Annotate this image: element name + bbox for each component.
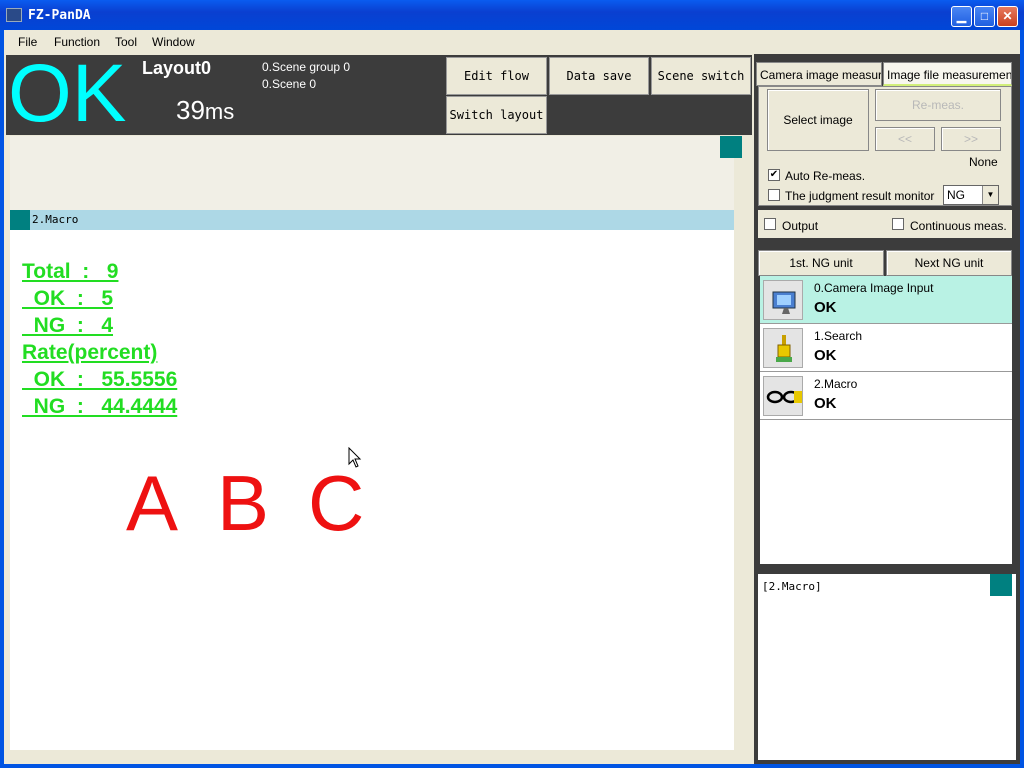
window-title: FZ-PanDA bbox=[28, 8, 91, 23]
unit-name: 1.Search bbox=[814, 329, 863, 343]
macro-window-label: 2.Macro bbox=[32, 213, 79, 226]
app-window: FZ-PanDA ▁ □ ✕ File Function Tool Window… bbox=[0, 0, 1024, 768]
macro-unit-icon bbox=[763, 376, 803, 416]
output-box: Output Continuous meas. bbox=[758, 210, 1012, 238]
scene-info: 0.Scene group 0 0.Scene 0 bbox=[262, 59, 350, 93]
layout-name: Layout0 bbox=[142, 58, 212, 78]
scene-switch-button[interactable]: Scene switch bbox=[651, 57, 751, 95]
menu-tool[interactable]: Tool bbox=[115, 35, 137, 49]
unit-status: OK bbox=[814, 347, 837, 364]
image-display-area[interactable]: 2.Macro Total : 9 OK : 5 NG : 4 Rate(per… bbox=[10, 136, 742, 750]
data-save-button[interactable]: Data save bbox=[549, 57, 649, 95]
auto-remeas-label: Auto Re-meas. bbox=[785, 169, 866, 183]
stat-ng-count: NG : 4 bbox=[22, 314, 114, 337]
image-top-strip bbox=[10, 136, 742, 210]
next-ng-unit-button[interactable]: Next NG unit bbox=[886, 250, 1012, 276]
select-image-button[interactable]: Select image bbox=[767, 89, 869, 151]
flow-unit-list: 0.Camera Image Input OK 1.Search OK 2.Ma… bbox=[760, 276, 1012, 564]
image-file-name: None bbox=[969, 155, 998, 169]
judgment-monitor-label: The judgment result monitor bbox=[785, 189, 935, 203]
stat-rate-heading: Rate(percent) bbox=[22, 341, 158, 364]
minimize-icon: ▁ bbox=[956, 9, 967, 23]
detail-window-label: [2.Macro] bbox=[762, 580, 822, 593]
measurement-box: Select image Re-meas. << >> None ✔ Auto … bbox=[758, 86, 1012, 206]
continuous-meas-checkbox[interactable] bbox=[892, 218, 904, 230]
macro-window-handle[interactable] bbox=[10, 210, 30, 230]
macro-window-header[interactable]: 2.Macro bbox=[10, 210, 734, 230]
letter-c: C bbox=[308, 459, 365, 547]
stat-ok-count: OK : 5 bbox=[22, 287, 114, 310]
search-unit-icon bbox=[763, 328, 803, 368]
letter-b: B bbox=[217, 459, 270, 547]
maximize-icon: □ bbox=[980, 9, 989, 23]
next-image-button[interactable]: >> bbox=[941, 127, 1001, 151]
status-panel: OK Layout0 39ms 0.Scene group 0 0.Scene … bbox=[6, 49, 752, 139]
unit-status: OK bbox=[814, 299, 837, 316]
close-icon: ✕ bbox=[1002, 9, 1013, 23]
tab-camera-image-measurement[interactable]: Camera image measurement bbox=[756, 62, 882, 86]
time-value: 39 bbox=[176, 95, 205, 125]
edit-flow-button[interactable]: Edit flow bbox=[446, 57, 547, 95]
unit-status: OK bbox=[814, 395, 837, 412]
judgment-monitor-select[interactable]: NG ▼ bbox=[943, 185, 999, 205]
remeas-button[interactable]: Re-meas. bbox=[875, 89, 1001, 121]
menu-file[interactable]: File bbox=[18, 35, 37, 49]
menu-window[interactable]: Window bbox=[152, 35, 195, 49]
processing-time: 39ms bbox=[176, 95, 234, 126]
window-control-square[interactable] bbox=[720, 136, 742, 158]
stat-total: Total : 9 bbox=[22, 260, 119, 283]
time-unit: ms bbox=[204, 99, 235, 124]
menu-function[interactable]: Function bbox=[54, 35, 100, 49]
macro-stats: Total : 9 OK : 5 NG : 4 Rate(percent) OK… bbox=[22, 258, 177, 420]
client-area: File Function Tool Window OK Layout0 39m… bbox=[4, 30, 1020, 764]
detail-window[interactable]: [2.Macro] bbox=[758, 574, 1016, 760]
title-bar[interactable]: FZ-PanDA ▁ □ ✕ bbox=[0, 0, 1024, 30]
unit-item-camera-image-input[interactable]: 0.Camera Image Input OK bbox=[760, 276, 1012, 324]
scene-group: 0.Scene group 0 bbox=[262, 60, 351, 74]
letter-a: A bbox=[126, 459, 179, 547]
continuous-meas-label: Continuous meas. bbox=[910, 219, 1007, 233]
minimize-button[interactable]: ▁ bbox=[951, 6, 972, 27]
menu-bar: File Function Tool Window bbox=[4, 30, 1020, 54]
mouse-cursor-icon bbox=[348, 447, 362, 468]
output-label: Output bbox=[782, 219, 819, 233]
auto-remeas-checkbox[interactable]: ✔ bbox=[768, 169, 780, 181]
dropdown-arrow-icon: ▼ bbox=[982, 186, 998, 204]
output-checkbox[interactable] bbox=[764, 218, 776, 230]
prev-image-button[interactable]: << bbox=[875, 127, 935, 151]
stat-ok-rate: OK : 55.5556 bbox=[22, 368, 178, 391]
maximize-button[interactable]: □ bbox=[974, 6, 995, 27]
unit-item-macro[interactable]: 2.Macro OK bbox=[760, 372, 1012, 420]
stat-ng-rate: NG : 44.4444 bbox=[22, 395, 178, 418]
first-ng-unit-button[interactable]: 1st. NG unit bbox=[758, 250, 884, 276]
tab-image-file-measurement[interactable]: Image file measurement bbox=[883, 62, 1012, 86]
judgment-result: OK bbox=[8, 48, 127, 139]
switch-layout-button[interactable]: Switch layout bbox=[446, 96, 547, 134]
detail-window-control-square[interactable] bbox=[990, 574, 1012, 596]
judgment-monitor-value: NG bbox=[947, 188, 965, 202]
scene-name: 0.Scene 0 bbox=[262, 77, 317, 91]
judgment-monitor-checkbox[interactable] bbox=[768, 189, 780, 201]
unit-name: 2.Macro bbox=[814, 377, 858, 391]
close-button[interactable]: ✕ bbox=[997, 6, 1018, 27]
camera-input-icon bbox=[763, 280, 803, 320]
unit-item-search[interactable]: 1.Search OK bbox=[760, 324, 1012, 372]
app-icon bbox=[6, 8, 22, 22]
right-panel: Camera image measurement Image file meas… bbox=[754, 54, 1020, 764]
unit-name: 0.Camera Image Input bbox=[814, 281, 934, 295]
